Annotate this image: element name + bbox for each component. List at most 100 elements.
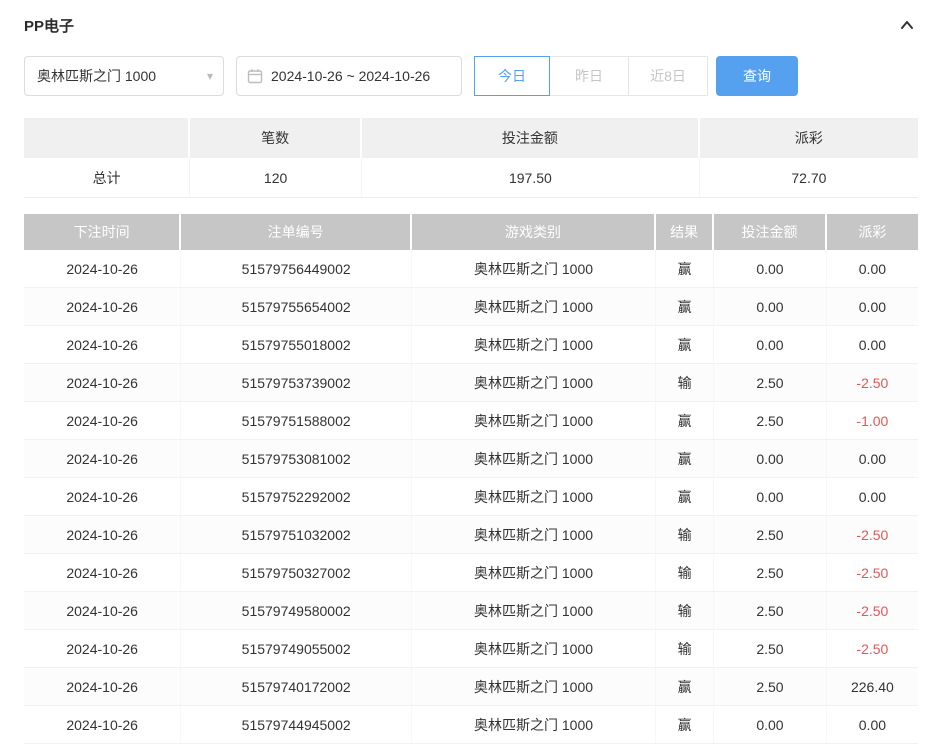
table-cell: 奥林匹斯之门 1000 — [411, 478, 657, 516]
table-cell: -1.00 — [826, 402, 918, 440]
table-cell: 奥林匹斯之门 1000 — [411, 668, 657, 706]
table-cell: 0.00 — [714, 478, 827, 516]
page-title: PP电子 — [24, 17, 75, 35]
chevron-down-icon: ▾ — [206, 69, 213, 83]
table-cell: 赢 — [656, 440, 715, 478]
table-cell: 0.00 — [826, 288, 918, 326]
table-row: 2024-10-26 51579753081002 奥林匹斯之门 1000 赢 0.00… — [24, 440, 918, 478]
table-cell: 0.00 — [826, 326, 918, 364]
column-header: 结果 — [656, 214, 715, 250]
table-cell: 奥林匹斯之门 1000 — [411, 706, 657, 744]
table-cell: 赢 — [656, 402, 715, 440]
table-cell: -2.50 — [826, 554, 918, 592]
table-cell: 51579755654002 — [181, 288, 412, 326]
table-cell: 2024-10-26 — [24, 706, 182, 744]
summary-header-row: 笔数 投注金额 派彩 — [24, 118, 918, 158]
table-cell: 2024-10-26 — [24, 668, 182, 706]
table-cell: 0.00 — [714, 326, 827, 364]
query-button[interactable]: 查询 — [716, 56, 798, 96]
table-cell: 奥林匹斯之门 1000 — [411, 440, 657, 478]
table-cell: 51579744945002 — [181, 706, 412, 744]
table-row: 2024-10-26 51579756449002 奥林匹斯之门 1000 赢 0.00… — [24, 250, 918, 288]
table-cell: 奥林匹斯之门 1000 — [411, 288, 657, 326]
records-table: 下注时间 注单编号 游戏类别 结果 投注金额 派彩 2024-10-26 515797564… — [24, 214, 918, 744]
summary-header-count: 笔数 — [190, 118, 362, 158]
table-cell: 2.50 — [714, 630, 827, 668]
game-select[interactable]: 奥林匹斯之门 1000 ▾ — [24, 56, 224, 96]
table-cell: 赢 — [656, 478, 715, 516]
table-cell: 51579756449002 — [181, 250, 412, 288]
table-cell: 2024-10-26 — [24, 326, 182, 364]
table-cell: 2.50 — [714, 402, 827, 440]
table-row: 2024-10-26 51579752292002 奥林匹斯之门 1000 赢 0.00… — [24, 478, 918, 516]
table-cell: 输 — [656, 516, 715, 554]
table-cell: 2024-10-26 — [24, 592, 182, 630]
table-row: 2024-10-26 51579744945002 奥林匹斯之门 1000 赢 0.00… — [24, 706, 918, 744]
table-cell: -2.50 — [826, 516, 918, 554]
table-row: 2024-10-26 51579751032002 奥林匹斯之门 1000 输 2.50… — [24, 516, 918, 554]
summary-total-payout: 72.70 — [699, 158, 918, 198]
table-cell: 赢 — [656, 326, 715, 364]
pp-electronics-panel: PP电子 奥林匹斯之门 1000 ▾ 2024-10-26 ~ 2024-10-… — [0, 0, 928, 744]
table-cell: 51579750327002 — [181, 554, 412, 592]
table-cell: 0.00 — [826, 440, 918, 478]
date-range-input[interactable]: 2024-10-26 ~ 2024-10-26 — [236, 56, 462, 96]
column-header: 下注时间 — [24, 214, 182, 250]
table-cell: 赢 — [656, 668, 715, 706]
table-cell: 奥林匹斯之门 1000 — [411, 364, 657, 402]
summary-total-count: 120 — [190, 158, 362, 198]
last-8-days-button[interactable]: 近8日 — [628, 56, 708, 96]
table-cell: 输 — [656, 630, 715, 668]
table-row: 2024-10-26 51579755018002 奥林匹斯之门 1000 赢 0.00… — [24, 326, 918, 364]
table-cell: 2024-10-26 — [24, 554, 182, 592]
chevron-up-icon — [901, 21, 913, 29]
table-cell: 赢 — [656, 250, 715, 288]
table-cell: 2024-10-26 — [24, 440, 182, 478]
table-cell: 2024-10-26 — [24, 478, 182, 516]
table-cell: 奥林匹斯之门 1000 — [411, 250, 657, 288]
table-cell: 0.00 — [714, 440, 827, 478]
table-cell: 0.00 — [714, 250, 827, 288]
table-cell: 奥林匹斯之门 1000 — [411, 516, 657, 554]
table-cell: 赢 — [656, 288, 715, 326]
table-cell: -2.50 — [826, 592, 918, 630]
table-row: 2024-10-26 51579749055002 奥林匹斯之门 1000 输 2.50… — [24, 630, 918, 668]
table-cell: 51579753081002 — [181, 440, 412, 478]
table-cell: 0.00 — [826, 706, 918, 744]
table-cell: 奥林匹斯之门 1000 — [411, 554, 657, 592]
table-row: 2024-10-26 51579750327002 奥林匹斯之门 1000 输 2.50… — [24, 554, 918, 592]
table-cell: 输 — [656, 554, 715, 592]
game-select-value: 奥林匹斯之门 1000 — [37, 68, 157, 84]
quick-date-button-group: 今日 昨日 近8日 — [474, 56, 708, 96]
table-cell: 2.50 — [714, 592, 827, 630]
summary-header-empty — [24, 118, 191, 158]
summary-header-payout: 派彩 — [699, 118, 918, 158]
table-cell: 51579749055002 — [181, 630, 412, 668]
collapse-panel-button[interactable] — [896, 14, 918, 36]
table-cell: 输 — [656, 364, 715, 402]
table-cell: 51579751588002 — [181, 402, 412, 440]
table-cell: 输 — [656, 592, 715, 630]
table-cell: -2.50 — [826, 364, 918, 402]
column-header: 派彩 — [826, 214, 918, 250]
yesterday-button[interactable]: 昨日 — [549, 56, 629, 96]
table-row: 2024-10-26 51579753739002 奥林匹斯之门 1000 输 2.50… — [24, 364, 918, 402]
table-cell: 奥林匹斯之门 1000 — [411, 326, 657, 364]
table-cell: 0.00 — [714, 706, 827, 744]
table-cell: 51579755018002 — [181, 326, 412, 364]
table-cell: 奥林匹斯之门 1000 — [411, 402, 657, 440]
table-row: 2024-10-26 51579749580002 奥林匹斯之门 1000 输 2.50… — [24, 592, 918, 630]
table-cell: 51579751032002 — [181, 516, 412, 554]
table-cell: -2.50 — [826, 630, 918, 668]
table-cell: 奥林匹斯之门 1000 — [411, 630, 657, 668]
table-cell: 51579740172002 — [181, 668, 412, 706]
table-cell: 2024-10-26 — [24, 364, 182, 402]
column-header: 注单编号 — [181, 214, 412, 250]
table-row: 2024-10-26 51579740172002 奥林匹斯之门 1000 赢 2.50… — [24, 668, 918, 706]
table-cell: 2024-10-26 — [24, 250, 182, 288]
table-cell: 0.00 — [826, 478, 918, 516]
table-cell: 0.00 — [714, 288, 827, 326]
today-button[interactable]: 今日 — [474, 56, 550, 96]
table-cell: 51579753739002 — [181, 364, 412, 402]
table-cell: 奥林匹斯之门 1000 — [411, 592, 657, 630]
